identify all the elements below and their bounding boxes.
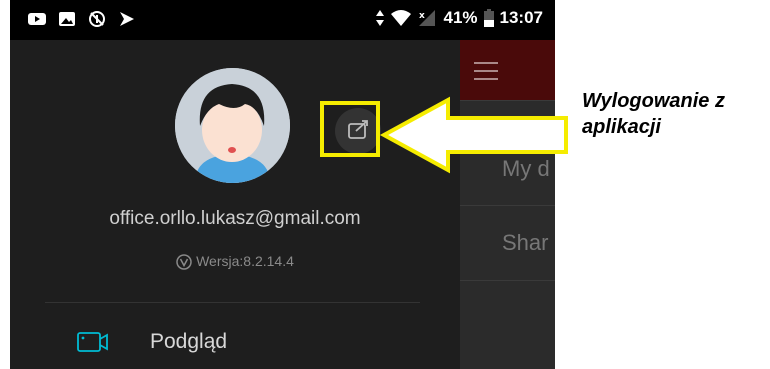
wifi-icon — [391, 10, 412, 26]
status-bar-notifications — [28, 10, 136, 28]
battery-percent: 41% — [443, 8, 478, 27]
menu-item-label: Podgląd — [150, 330, 228, 353]
annotation-arrow-icon — [379, 96, 568, 174]
background-app: My d Shar — [460, 40, 555, 369]
highlight-box — [320, 101, 380, 157]
no-signal-icon: x — [419, 10, 436, 26]
signal-arrows-icon — [376, 10, 385, 26]
annotation-line-2: aplikacji — [582, 116, 661, 138]
hamburger-icon[interactable] — [474, 62, 498, 86]
app-toolbar — [460, 40, 555, 100]
battery-icon — [483, 9, 494, 27]
avatar-illustration — [175, 68, 290, 183]
data-saver-icon — [89, 11, 105, 27]
version-icon — [176, 254, 192, 271]
status-bar: x 41% 13:07 — [10, 0, 555, 40]
divider — [45, 302, 420, 303]
user-email: office.orllo.lukasz@gmail.com — [109, 208, 361, 229]
annotation-text: Wylogowanie z aplikacji — [582, 88, 725, 140]
version-label: Wersja:8.2.14.4 — [196, 253, 294, 269]
gallery-icon — [59, 12, 75, 26]
clock: 13:07 — [499, 8, 543, 27]
divider — [460, 280, 555, 281]
divider — [460, 205, 555, 206]
phone-screen: x 41% 13:07 My d Shar office.orllo.lukas… — [10, 0, 555, 369]
avatar[interactable] — [175, 68, 290, 183]
menu-item-podglad[interactable]: Podgląd — [10, 316, 460, 366]
youtube-icon — [28, 13, 46, 25]
notification-icon — [120, 12, 134, 26]
annotation-line-1: Wylogowanie z — [582, 90, 725, 112]
app-version: Wersja:8.2.14.4 — [10, 253, 460, 271]
camera-icon — [77, 332, 108, 352]
svg-text:x: x — [419, 11, 425, 21]
list-item[interactable]: Shar — [502, 230, 548, 256]
status-bar-system: x 41% 13:07 — [375, 8, 543, 28]
